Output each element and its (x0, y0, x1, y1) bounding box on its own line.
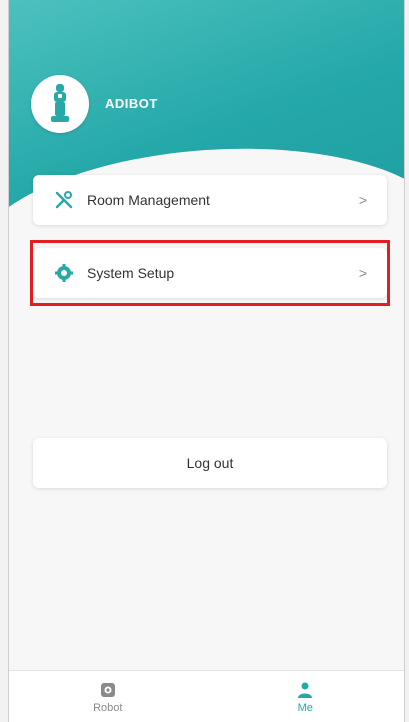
robot-avatar-icon (51, 84, 69, 122)
selection-highlight (30, 240, 390, 306)
chevron-right-icon: > (358, 192, 367, 208)
tab-robot[interactable]: Robot (9, 671, 207, 722)
app-screen: ADIBOT Room Management > System Setup > (8, 0, 405, 722)
bottom-tab-bar: Robot Me (9, 670, 404, 722)
room-management-label: Room Management (87, 192, 210, 208)
room-management-item[interactable]: Room Management > (33, 175, 387, 225)
robot-icon (98, 680, 118, 700)
tools-icon (53, 189, 75, 211)
tab-robot-label: Robot (93, 702, 123, 714)
person-icon (295, 680, 315, 700)
avatar[interactable] (31, 75, 89, 133)
logout-button[interactable]: Log out (33, 438, 387, 488)
tab-me[interactable]: Me (207, 671, 405, 722)
username: ADIBOT (105, 96, 158, 111)
tab-me-label: Me (297, 702, 313, 714)
